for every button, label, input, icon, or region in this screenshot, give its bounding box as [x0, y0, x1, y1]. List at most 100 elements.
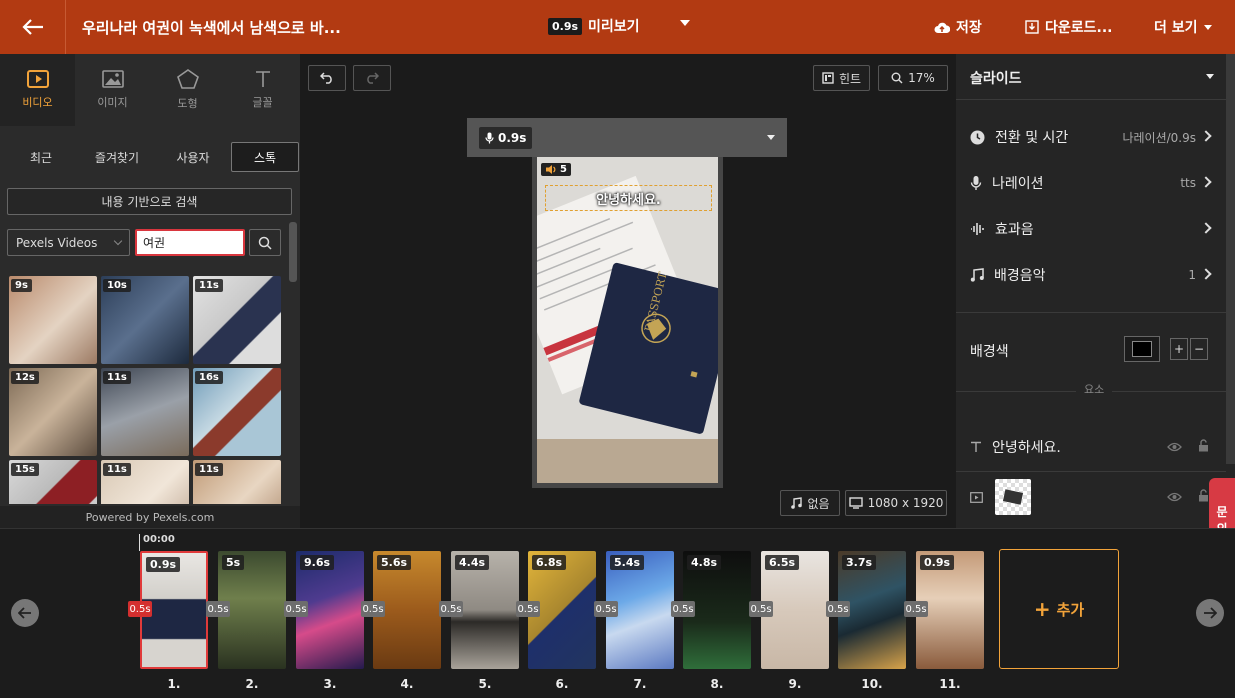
video-thumbnail[interactable]: 16s [193, 368, 281, 456]
subtab-stock[interactable]: 스톡 [231, 142, 299, 172]
content-search-button[interactable]: 내용 기반으로 검색 [7, 188, 292, 215]
timeline-next-button[interactable] [1196, 599, 1224, 627]
undo-button[interactable] [308, 65, 346, 91]
redo-icon [367, 72, 379, 84]
source-subtabs: 최근 즐겨찾기 사용자 스톡 [7, 142, 299, 172]
transition-marker[interactable]: 0.5s [128, 601, 152, 617]
redo-button[interactable] [353, 65, 391, 91]
preview-label: 미리보기 [588, 19, 640, 35]
tab-video[interactable]: 비디오 [0, 54, 75, 126]
transition-marker[interactable]: 0.5s [749, 601, 773, 617]
media-panel: 비디오 이미지 도형 글꼴 최근 즐겨찾기 사용자 스톡 내용 기반으로 검색 … [0, 54, 300, 528]
tab-text[interactable]: 글꼴 [225, 54, 300, 126]
caret-down-icon [1203, 24, 1212, 30]
row-background-music[interactable]: 배경음악 1 [956, 252, 1226, 298]
transition-marker[interactable]: 0.5s [439, 601, 463, 617]
audio-badge[interactable]: 5 [541, 163, 571, 176]
narration-bar[interactable]: 0.9s [467, 118, 787, 157]
tab-image[interactable]: 이미지 [75, 54, 150, 126]
video-thumbnail[interactable]: 11s [101, 460, 189, 504]
element-text-row[interactable]: 안녕하세요. [956, 424, 1226, 470]
video-thumbnail[interactable]: 11s [193, 276, 281, 364]
bg-color-swatch[interactable] [1124, 336, 1160, 362]
undo-icon [320, 72, 332, 84]
eye-icon[interactable] [1167, 492, 1182, 502]
transition-marker[interactable]: 0.5s [284, 601, 308, 617]
transition-marker[interactable]: 0.5s [826, 601, 850, 617]
media-tabs: 비디오 이미지 도형 글꼴 [0, 54, 300, 126]
slide-number: 11. [939, 677, 961, 691]
bg-color-remove-button[interactable]: − [1190, 338, 1208, 360]
slide-canvas[interactable]: PASSPORT 5 안녕하세요. [537, 157, 718, 483]
music-button[interactable]: 없음 [780, 490, 840, 516]
download-icon [1025, 20, 1039, 34]
video-icon [26, 70, 49, 88]
subtab-user[interactable]: 사용자 [159, 142, 227, 172]
chevron-right-icon [1200, 130, 1212, 142]
search-input[interactable] [135, 229, 245, 256]
subtab-recent[interactable]: 최근 [7, 142, 75, 172]
back-button[interactable] [0, 0, 66, 54]
panel-scrollbar[interactable] [1226, 54, 1235, 464]
row-narration[interactable]: 나레이션 tts [956, 160, 1226, 206]
subtab-favorites[interactable]: 즐겨찾기 [79, 142, 155, 172]
more-menu-button[interactable]: 더 보기 [1154, 17, 1212, 37]
slide-number: 3. [323, 677, 337, 691]
transition-marker[interactable]: 0.5s [206, 601, 230, 617]
slide-number: 6. [555, 677, 569, 691]
plus-icon: + [1033, 597, 1051, 621]
transition-marker[interactable]: 0.5s [904, 601, 928, 617]
element-video-row[interactable] [956, 474, 1226, 520]
search-icon [258, 236, 272, 250]
source-select[interactable]: Pexels Videos [7, 229, 130, 256]
resolution-button[interactable]: 1080 x 1920 [845, 490, 947, 516]
slide-canvas-frame: PASSPORT 5 안녕하세요. [532, 157, 723, 488]
slide-number: 8. [710, 677, 724, 691]
tab-shape[interactable]: 도형 [150, 54, 225, 126]
slide-number: 5. [478, 677, 492, 691]
arrow-left-icon [18, 607, 31, 619]
chevron-right-icon [1200, 268, 1212, 280]
transition-marker[interactable]: 0.5s [516, 601, 540, 617]
lock-icon[interactable] [1198, 489, 1209, 502]
search-button[interactable] [249, 229, 281, 256]
slide-number: 4. [400, 677, 414, 691]
video-thumbnail[interactable]: 15s [9, 460, 97, 504]
timeline-marker [139, 543, 140, 551]
lock-icon[interactable] [1198, 439, 1209, 452]
speaker-icon [546, 165, 556, 174]
preview-dropdown-icon[interactable] [680, 20, 690, 26]
download-button[interactable]: 다운로드... [1025, 17, 1112, 37]
video-thumbnail[interactable]: 9s [9, 276, 97, 364]
bg-color-add-button[interactable]: + [1170, 338, 1188, 360]
row-transition-time[interactable]: 전환 및 시간 나레이션/0.9s [956, 114, 1226, 160]
pentagon-icon [176, 69, 199, 89]
save-button[interactable]: 저장 [934, 17, 982, 37]
row-sound-effect[interactable]: 효과음 [956, 206, 1226, 252]
panel-header: 슬라이드 [970, 71, 1022, 87]
zoom-icon [891, 72, 903, 84]
elements-label: 요소 [1076, 381, 1113, 397]
video-thumbnail[interactable]: 10s [101, 276, 189, 364]
video-thumbnail[interactable]: 11s [101, 368, 189, 456]
video-thumbnail[interactable]: 12s [9, 368, 97, 456]
text-overlay[interactable]: 안녕하세요. [545, 185, 712, 211]
video-thumbnail[interactable]: 11s [193, 460, 281, 504]
caret-down-icon[interactable] [1206, 74, 1214, 79]
caret-down-icon[interactable] [767, 135, 775, 140]
transition-marker[interactable]: 0.5s [594, 601, 618, 617]
preview-button[interactable]: 0.9s 미리보기 [548, 16, 640, 36]
zoom-button[interactable]: 17% [878, 65, 948, 91]
hint-button[interactable]: 힌트 [813, 65, 870, 91]
add-slide-button[interactable]: + 추가 [999, 549, 1119, 669]
eye-icon[interactable] [1167, 442, 1182, 452]
color-preview [1132, 341, 1152, 357]
panel-scrollbar[interactable] [289, 222, 297, 282]
properties-panel: 슬라이드 전환 및 시간 나레이션/0.9s 나레이션 tts 효과음 배경음악… [956, 54, 1235, 528]
project-title[interactable]: 우리나라 여권이 녹색에서 남색으로 바... [82, 17, 382, 38]
hint-icon [822, 72, 834, 84]
timeline-prev-button[interactable] [11, 599, 39, 627]
transition-marker[interactable]: 0.5s [671, 601, 695, 617]
clock-icon [970, 130, 985, 144]
transition-marker[interactable]: 0.5s [361, 601, 385, 617]
